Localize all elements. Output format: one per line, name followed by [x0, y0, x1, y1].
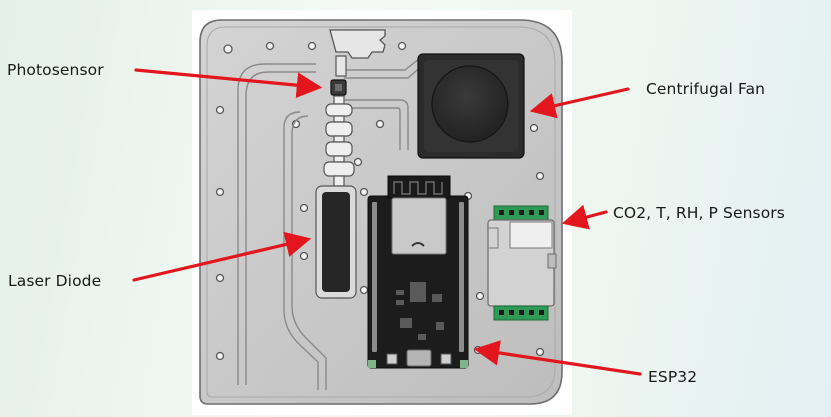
inlet-stem: [335, 55, 347, 77]
esp32-label: ESP32: [648, 368, 698, 386]
esp32-board: [367, 175, 469, 369]
centrifugal-fan-label: Centrifugal Fan: [646, 80, 766, 98]
sensors-arrow: [561, 204, 608, 230]
environment-sensor-module: [487, 205, 557, 321]
centrifugal-fan-part: [417, 53, 525, 159]
laser-diode-label: Laser Diode: [8, 272, 102, 290]
laser-diode-part: [315, 185, 357, 299]
sensors-label: CO2, T, RH, P Sensors: [613, 204, 785, 222]
photosensor-label: Photosensor: [7, 61, 104, 79]
esp32-usb-port: [406, 349, 432, 367]
